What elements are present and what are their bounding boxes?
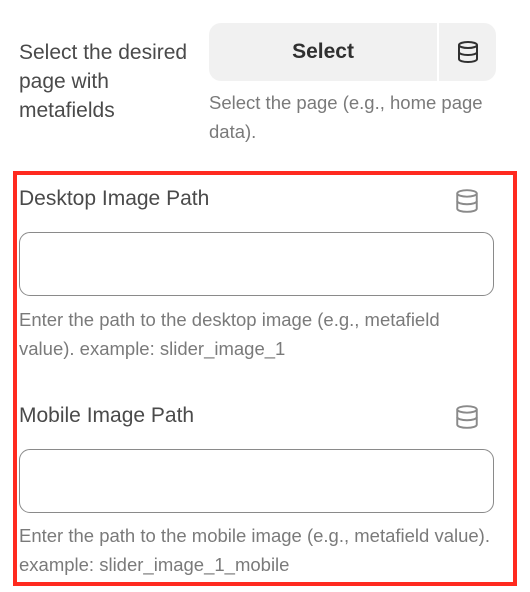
desktop-image-path-input[interactable] <box>19 232 494 296</box>
mobile-image-path-label: Mobile Image Path <box>19 404 195 427</box>
mobile-image-path-help: Enter the path to the mobile image (e.g.… <box>19 525 490 575</box>
desktop-database-button[interactable] <box>454 188 480 219</box>
select-page-button[interactable]: Select <box>209 23 437 81</box>
page-select-group: Select <box>209 23 496 81</box>
page-selector-help: Select the page (e.g., home page data). <box>209 92 483 142</box>
database-button[interactable] <box>439 23 496 81</box>
database-icon <box>457 41 478 64</box>
mobile-image-path-input[interactable] <box>19 449 494 513</box>
database-icon <box>456 405 478 429</box>
database-icon <box>456 189 478 213</box>
page-selector-label: Select the desired page with metafields <box>19 41 188 122</box>
mobile-database-button[interactable] <box>454 404 480 435</box>
desktop-image-path-label: Desktop Image Path <box>19 187 210 210</box>
desktop-image-path-help: Enter the path to the desktop image (e.g… <box>19 309 440 359</box>
